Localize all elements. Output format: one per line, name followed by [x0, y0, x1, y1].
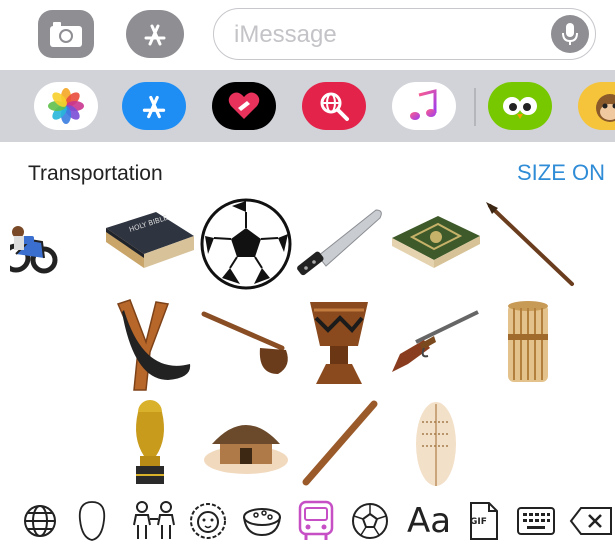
photos-icon	[48, 88, 84, 124]
text-style-button[interactable]: Aa	[402, 500, 456, 542]
face-outline-icon	[78, 501, 106, 541]
heart-icon	[228, 92, 260, 119]
delete-button[interactable]	[568, 500, 614, 542]
tall-drum-sticker[interactable]	[504, 298, 552, 388]
quran-sticker[interactable]	[390, 212, 482, 270]
club-sticker[interactable]	[200, 304, 292, 378]
category-title: Transportation	[28, 162, 163, 185]
motorcycle-sticker[interactable]	[10, 210, 58, 276]
music-note-icon	[410, 89, 437, 120]
bus-icon	[298, 500, 334, 540]
couple-icon	[133, 501, 175, 539]
app-image-search[interactable]	[302, 82, 366, 130]
category-animals-button[interactable]	[186, 500, 230, 542]
bible-sticker[interactable]: HOLY BIBLE	[104, 210, 196, 270]
rifle-sticker[interactable]	[390, 306, 482, 378]
category-people-button[interactable]	[126, 500, 182, 542]
app-drawer-divider	[474, 88, 476, 126]
shield-sticker[interactable]	[412, 400, 460, 490]
slingshot-sticker[interactable]	[104, 296, 196, 392]
globe-button[interactable]	[18, 500, 62, 542]
drum-cup-sticker[interactable]	[306, 298, 372, 388]
trophy-sticker[interactable]	[128, 398, 172, 488]
microphone-icon	[562, 23, 578, 45]
app-drawer	[0, 70, 615, 142]
hut-sticker[interactable]	[200, 410, 292, 480]
soccer-ball-icon	[352, 503, 388, 539]
owl-icon	[503, 97, 537, 119]
app-store-icon	[142, 95, 166, 119]
message-field[interactable]	[213, 8, 596, 60]
gif-button[interactable]: GIF	[464, 500, 504, 542]
keyboard-category-bar: Aa GIF	[0, 494, 615, 548]
app-digital-touch[interactable]	[212, 82, 276, 130]
app-music[interactable]	[392, 82, 456, 130]
keyboard-button[interactable]	[512, 500, 560, 542]
camera-button[interactable]	[38, 10, 94, 58]
machete-sticker[interactable]	[294, 206, 386, 280]
keyboard-icon	[517, 507, 555, 535]
globe-search-icon	[320, 92, 349, 121]
gif-label: GIF	[470, 517, 487, 527]
compose-bar	[0, 0, 615, 70]
app-duolingo[interactable]	[488, 82, 552, 130]
camera-icon	[50, 22, 82, 47]
category-food-button[interactable]	[238, 500, 286, 542]
lion-icon	[190, 503, 226, 539]
app-photos[interactable]	[34, 82, 98, 130]
app-monkey-stickers[interactable]	[578, 82, 615, 130]
soccer-ball-sticker[interactable]	[200, 198, 292, 290]
category-sports-button[interactable]	[348, 500, 392, 542]
category-faces-button[interactable]	[70, 500, 114, 542]
category-transportation-button[interactable]	[292, 500, 340, 542]
stick-sticker[interactable]	[298, 398, 382, 488]
backspace-icon	[569, 507, 612, 535]
dictation-button[interactable]	[551, 15, 589, 53]
message-input[interactable]	[234, 17, 534, 53]
globe-icon	[24, 505, 56, 537]
size-toggle-button[interactable]: SIZE ON	[517, 160, 605, 186]
app-store-icon	[144, 24, 166, 46]
app-store-toggle-button[interactable]	[126, 10, 184, 58]
app-app-store[interactable]	[122, 82, 186, 130]
spear-sticker[interactable]	[484, 200, 576, 288]
monkey-icon	[596, 94, 615, 122]
food-bowl-icon	[243, 508, 281, 537]
